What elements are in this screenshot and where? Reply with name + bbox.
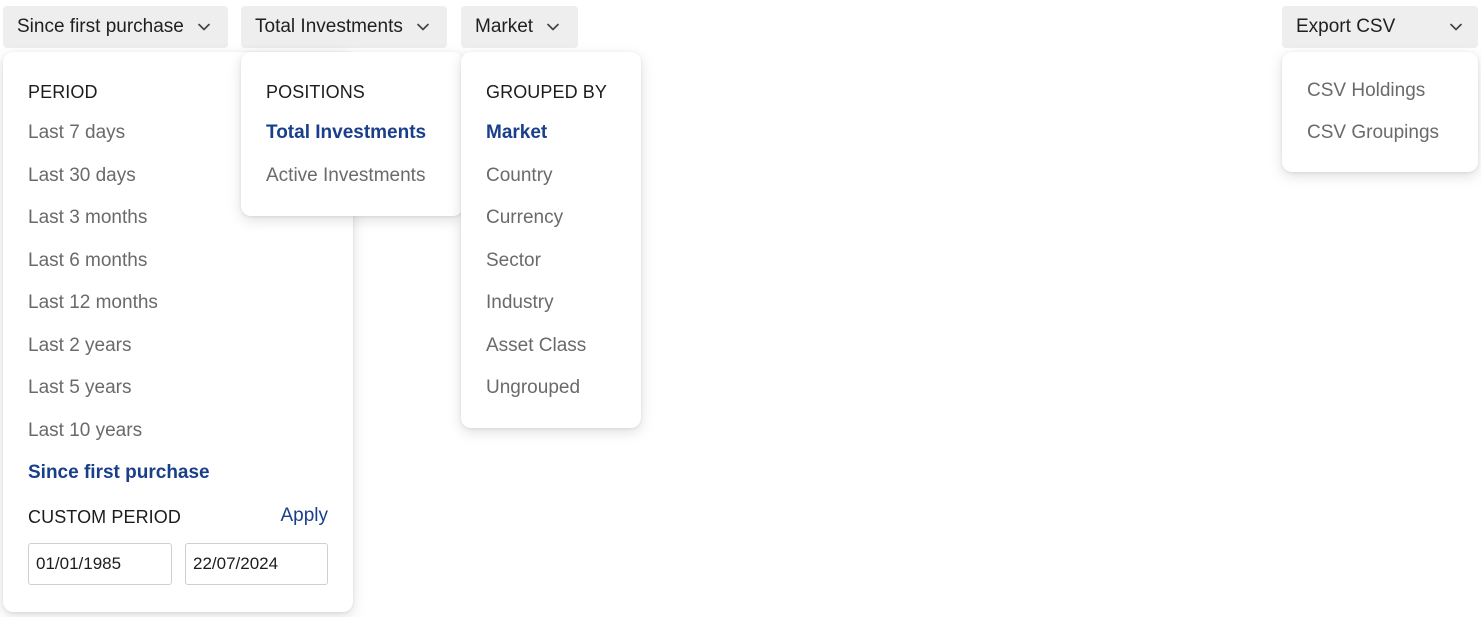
period-option-last-12-months[interactable]: Last 12 months	[28, 292, 158, 314]
export-option-csv-groupings[interactable]: CSV Groupings	[1307, 122, 1439, 144]
custom-period-heading: CUSTOM PERIOD	[28, 507, 181, 527]
grouping-option-industry[interactable]: Industry	[486, 292, 554, 314]
grouping-dropdown-label: Market	[475, 16, 534, 37]
chevron-down-icon	[415, 19, 431, 35]
period-option-last-6-months[interactable]: Last 6 months	[28, 250, 147, 272]
grouping-option-market[interactable]: Market	[486, 122, 547, 144]
positions-option-active-investments[interactable]: Active Investments	[266, 165, 425, 187]
period-option-last-5-years[interactable]: Last 5 years	[28, 377, 132, 399]
export-csv-dropdown-button[interactable]: Export CSV	[1282, 6, 1478, 48]
period-menu-heading: PERIOD	[28, 82, 98, 102]
positions-dropdown-button[interactable]: Total Investments	[241, 6, 447, 48]
chevron-down-icon	[545, 19, 561, 35]
positions-option-total-investments[interactable]: Total Investments	[266, 122, 426, 144]
custom-period-start-date-input[interactable]	[28, 543, 172, 585]
grouping-menu-heading: GROUPED BY	[486, 82, 608, 102]
period-option-last-7-days[interactable]: Last 7 days	[28, 122, 125, 144]
positions-dropdown-label: Total Investments	[255, 16, 403, 37]
export-csv-dropdown-label: Export CSV	[1296, 16, 1396, 37]
grouping-option-country[interactable]: Country	[486, 165, 553, 187]
positions-menu: POSITIONS Total Investments Active Inves…	[241, 52, 463, 216]
positions-menu-heading: POSITIONS	[266, 82, 365, 102]
period-dropdown-label: Since first purchase	[17, 16, 184, 37]
custom-period-end-date-input[interactable]	[185, 543, 328, 585]
chevron-down-icon	[1448, 19, 1464, 35]
export-csv-menu: CSV Holdings CSV Groupings	[1282, 52, 1478, 172]
grouping-option-currency[interactable]: Currency	[486, 207, 563, 229]
grouping-option-ungrouped[interactable]: Ungrouped	[486, 377, 580, 399]
period-option-last-3-months[interactable]: Last 3 months	[28, 207, 147, 229]
apply-custom-period-button[interactable]: Apply	[280, 505, 328, 527]
period-dropdown-button[interactable]: Since first purchase	[3, 6, 228, 48]
grouping-menu: GROUPED BY Market Country Currency Secto…	[461, 52, 641, 428]
export-option-csv-holdings[interactable]: CSV Holdings	[1307, 80, 1425, 102]
grouping-option-sector[interactable]: Sector	[486, 250, 541, 272]
grouping-option-asset-class[interactable]: Asset Class	[486, 335, 586, 357]
period-option-last-2-years[interactable]: Last 2 years	[28, 335, 132, 357]
chevron-down-icon	[196, 19, 212, 35]
grouping-dropdown-button[interactable]: Market	[461, 6, 578, 48]
filter-toolbar: Since first purchase Total Investments M…	[0, 0, 1481, 617]
period-option-since-first-purchase[interactable]: Since first purchase	[28, 462, 210, 484]
period-option-last-30-days[interactable]: Last 30 days	[28, 165, 136, 187]
period-option-last-10-years[interactable]: Last 10 years	[28, 420, 142, 442]
